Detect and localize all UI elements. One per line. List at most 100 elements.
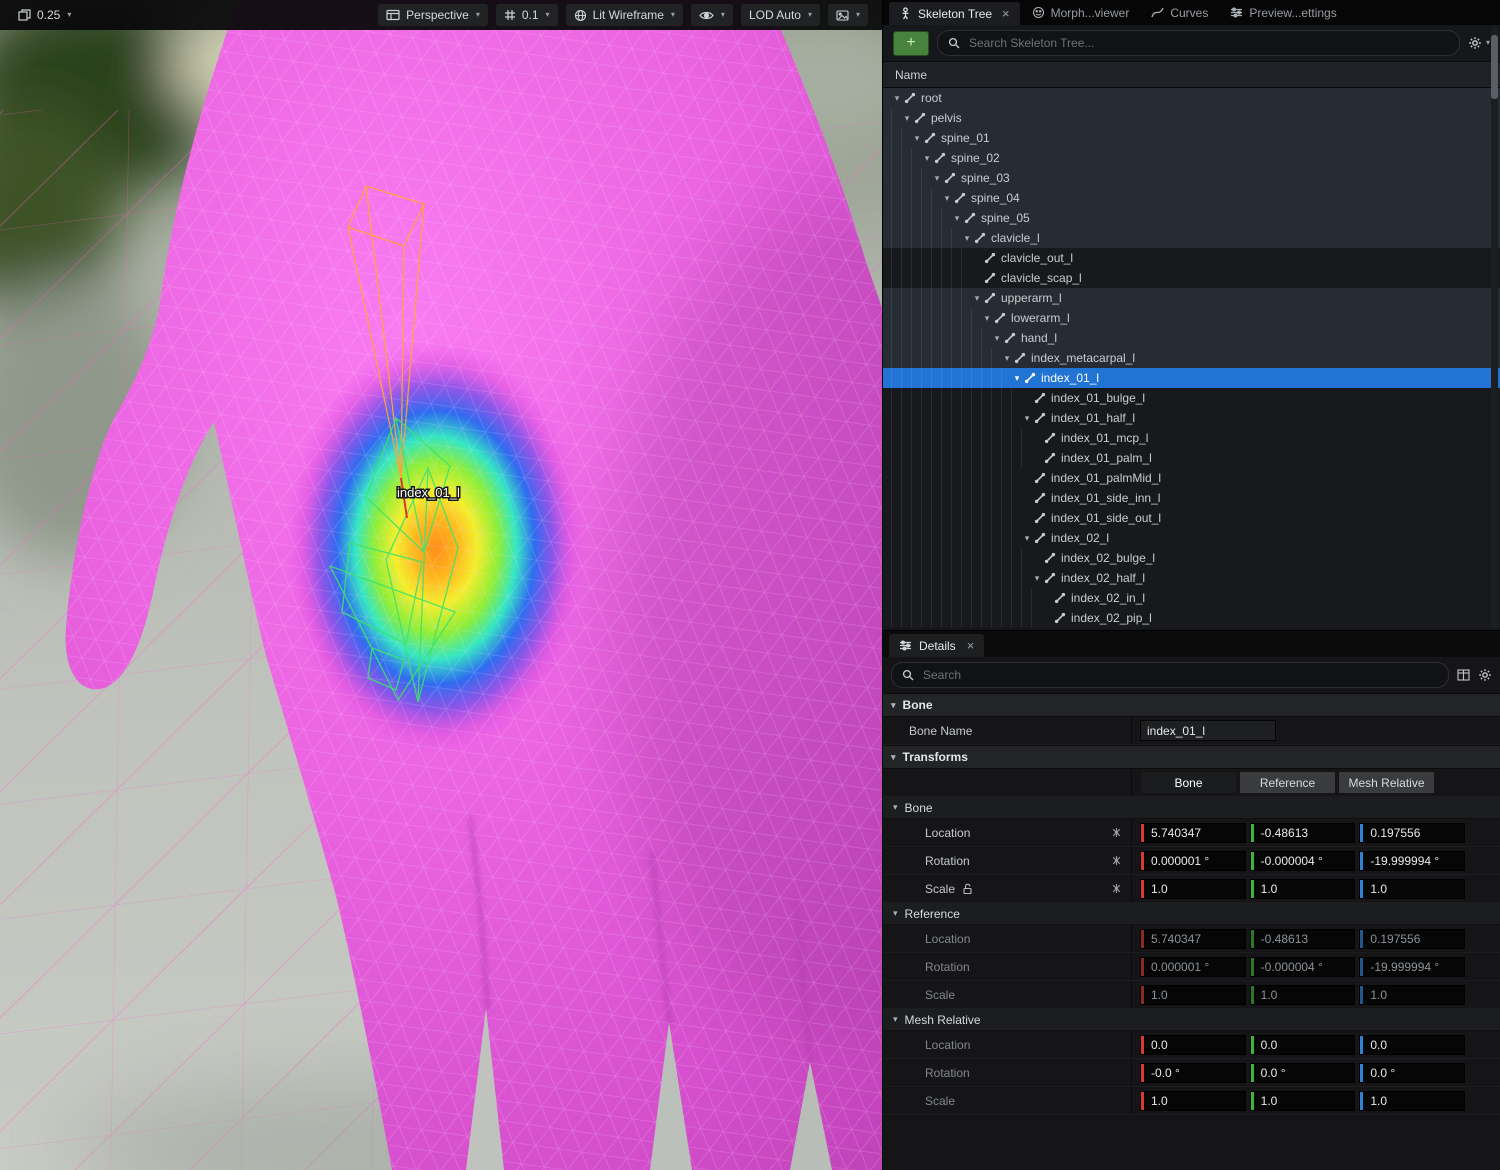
value-field[interactable]: 1.0 [1140,878,1246,899]
close-icon[interactable]: × [967,639,975,652]
tree-row-index-02-pip-l[interactable]: index_02_pip_l [883,608,1500,628]
tree-row-index-01-mcp-l[interactable]: index_01_mcp_l [883,428,1500,448]
value-field[interactable]: 0.0 ° [1359,1062,1466,1083]
expander-icon[interactable]: ▾ [1021,408,1033,428]
expander-icon[interactable]: ▾ [991,328,1003,348]
section-header-transforms[interactable]: ▾ Transforms [883,745,1500,769]
expander-icon[interactable]: ▾ [921,148,933,168]
value-field[interactable]: 0.0 [1359,1034,1466,1055]
mode-button-mesh-relative[interactable]: Mesh Relative [1338,771,1435,794]
tree-row-hand-l[interactable]: ▾ hand_l [883,328,1500,348]
tree-row-index-01-bulge-l[interactable]: index_01_bulge_l [883,388,1500,408]
tree-settings-button[interactable]: ▾ [1468,36,1490,50]
tree-row-spine-05[interactable]: ▾ spine_05 [883,208,1500,228]
value-field[interactable]: 0.000001 ° [1140,850,1246,871]
screenshot-button[interactable]: ▾ [827,4,868,26]
tree-row-spine-03[interactable]: ▾ spine_03 [883,168,1500,188]
expander-icon[interactable]: ▾ [1001,348,1013,368]
value-field[interactable]: 1.0 [1140,984,1246,1005]
tree-row-index-01-l[interactable]: ▾ index_01_l [883,368,1500,388]
value-field[interactable]: 1.0 [1140,1090,1246,1111]
value-field[interactable]: 0.197556 [1359,822,1466,843]
close-icon[interactable]: × [1002,7,1010,20]
tab-details[interactable]: Details × [889,634,985,657]
gear-icon[interactable] [1478,668,1492,682]
expander-icon[interactable]: ▾ [1021,528,1033,548]
reset-transform-icon[interactable] [1111,827,1131,838]
tree-row-index-02-bulge-l[interactable]: index_02_bulge_l [883,548,1500,568]
group-header-reference[interactable]: ▾ Reference [883,903,1500,925]
value-field[interactable]: 1.0 [1359,878,1466,899]
skeleton-search-input[interactable] [967,35,1449,51]
tree-row-pelvis[interactable]: ▾ pelvis [883,108,1500,128]
perspective-button[interactable]: Perspective ▾ [378,4,488,26]
value-field[interactable]: 1.0 [1359,1090,1466,1111]
mode-button-bone[interactable]: Bone [1140,771,1237,794]
lod-button[interactable]: LOD Auto ▾ [740,4,820,26]
expander-icon[interactable]: ▾ [1031,568,1043,588]
tab-morph-viewer[interactable]: Morph...viewer [1022,0,1140,25]
value-field[interactable]: -19.999994 ° [1359,850,1466,871]
tree-row-spine-04[interactable]: ▾ spine_04 [883,188,1500,208]
details-search-input[interactable] [921,667,1438,683]
viewport-3d[interactable]: index_01_l 0.25 ▾ Perspective ▾ 0.1 ▾ Li… [0,0,882,1170]
tab-skeleton-tree[interactable]: Skeleton Tree × [889,2,1020,25]
group-header-bone[interactable]: ▾ Bone [883,797,1500,819]
reset-transform-icon[interactable] [1111,883,1131,894]
section-header-bone[interactable]: ▾ Bone [883,693,1500,717]
value-field[interactable]: 1.0 [1249,1090,1356,1111]
mode-button-reference[interactable]: Reference [1239,771,1336,794]
value-field[interactable]: -0.000004 ° [1249,956,1356,977]
tab-curves[interactable]: Curves [1141,0,1218,25]
reset-transform-icon[interactable] [1111,855,1131,866]
value-field[interactable]: -0.48613 [1249,822,1356,843]
value-field[interactable]: 1.0 [1249,984,1356,1005]
visibility-button[interactable]: ▾ [690,4,733,26]
tree-scrollbar-track[interactable] [1491,27,1498,628]
value-field[interactable]: 0.0 [1249,1034,1356,1055]
display-filter-icon[interactable] [1457,669,1470,681]
camera-speed-button[interactable]: 0.25 ▾ [10,4,79,26]
tree-row-spine-01[interactable]: ▾ spine_01 [883,128,1500,148]
grid-snap-button[interactable]: 0.1 ▾ [495,4,558,26]
expander-icon[interactable]: ▾ [911,128,923,148]
expander-icon[interactable]: ▾ [931,168,943,188]
skeleton-search-box[interactable] [937,30,1460,56]
value-field[interactable]: 0.0 ° [1249,1062,1356,1083]
value-field[interactable]: -0.48613 [1249,928,1356,949]
expander-icon[interactable]: ▾ [891,88,903,108]
view-mode-button[interactable]: Lit Wireframe ▾ [565,4,683,26]
tree-row-clavicle-l[interactable]: ▾ clavicle_l [883,228,1500,248]
value-field[interactable]: 0.0 [1140,1034,1246,1055]
expander-icon[interactable]: ▾ [981,308,993,328]
tab-preview-ettings[interactable]: Preview...ettings [1220,0,1346,25]
tree-row-index-01-side-inn-l[interactable]: index_01_side_inn_l [883,488,1500,508]
tree-row-index-metacarpal-l[interactable]: ▾ index_metacarpal_l [883,348,1500,368]
expander-icon[interactable]: ▾ [901,108,913,128]
expander-icon[interactable]: ▾ [941,188,953,208]
tree-row-root[interactable]: ▾ root [883,88,1500,108]
expander-icon[interactable]: ▾ [961,228,973,248]
tree-row-spine-02[interactable]: ▾ spine_02 [883,148,1500,168]
value-field[interactable]: 5.740347 [1140,928,1246,949]
tree-row-index-01-palm-l[interactable]: index_01_palm_l [883,448,1500,468]
tree-row-index-01-palmmid-l[interactable]: index_01_palmMid_l [883,468,1500,488]
value-field[interactable]: 0.000001 ° [1140,956,1246,977]
value-field[interactable]: 1.0 [1359,984,1466,1005]
value-field[interactable]: -19.999994 ° [1359,956,1466,977]
expander-icon[interactable]: ▾ [1011,368,1023,388]
bone-name-input[interactable]: index_01_l [1140,720,1276,741]
expander-icon[interactable]: ▾ [971,288,983,308]
tree-scrollbar-thumb[interactable] [1491,35,1498,99]
tree-row-index-01-side-out-l[interactable]: index_01_side_out_l [883,508,1500,528]
tree-row-index-02-in-l[interactable]: index_02_in_l [883,588,1500,608]
value-field[interactable]: 1.0 [1249,878,1356,899]
group-header-mesh-relative[interactable]: ▾ Mesh Relative [883,1009,1500,1031]
tree-row-lowerarm-l[interactable]: ▾ lowerarm_l [883,308,1500,328]
details-search-box[interactable] [891,662,1449,688]
expander-icon[interactable]: ▾ [951,208,963,228]
tree-row-clavicle-scap-l[interactable]: clavicle_scap_l [883,268,1500,288]
tree-row-upperarm-l[interactable]: ▾ upperarm_l [883,288,1500,308]
tree-row-index-02-l[interactable]: ▾ index_02_l [883,528,1500,548]
value-field[interactable]: -0.0 ° [1140,1062,1246,1083]
